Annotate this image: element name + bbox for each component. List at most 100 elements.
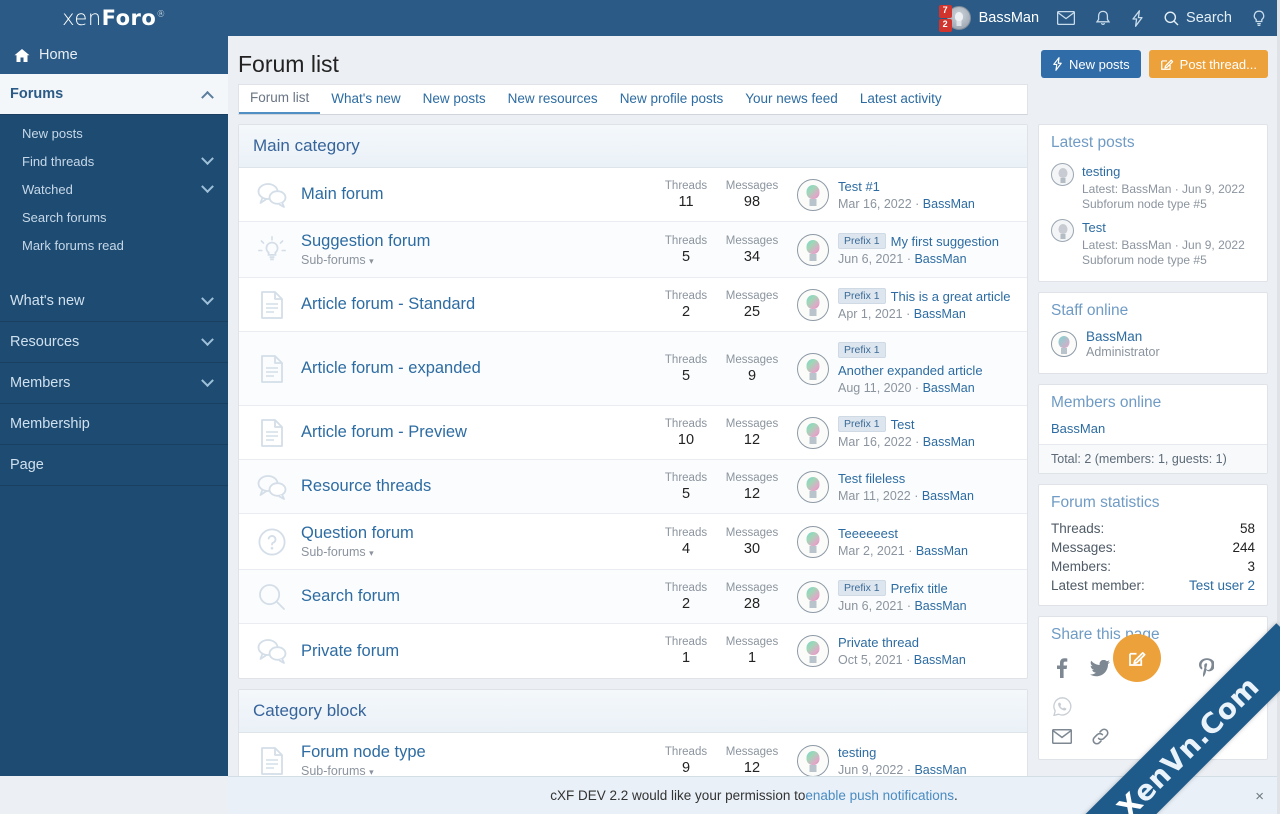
sidebar-item-mark-forums-read[interactable]: Mark forums read [0, 231, 228, 259]
enable-push-notifications-link[interactable]: enable push notifications [805, 788, 954, 803]
statistic-value[interactable]: Test user 2 [1189, 578, 1255, 593]
sidebar-item-find-threads[interactable]: Find threads [0, 147, 228, 175]
tab-latest-activity[interactable]: Latest activity [849, 84, 953, 114]
sidebar-section-forums[interactable]: Forums [0, 74, 228, 115]
last-post-link[interactable]: Private thread [838, 635, 919, 650]
staff-name[interactable]: BassMan [1086, 329, 1160, 344]
sidebar-item-search-forums[interactable]: Search forums [0, 203, 228, 231]
avatar[interactable] [797, 288, 829, 321]
forum-row[interactable]: Forum node type Sub-forums ▾ Threads 9 Messa… [239, 733, 1027, 776]
link-icon[interactable] [1089, 725, 1111, 747]
lightbulb-icon[interactable] [1252, 10, 1266, 27]
forum-link[interactable]: Article forum - Preview [301, 423, 467, 441]
forum-row[interactable]: Article forum - expanded Threads 5 Messages… [239, 332, 1027, 406]
last-post-link[interactable]: Teeeeeest [838, 526, 898, 541]
last-post-link[interactable]: Test #1 [838, 179, 880, 194]
user-menu[interactable]: 7 2 BassMan [938, 5, 1039, 32]
email-icon[interactable] [1051, 725, 1073, 747]
pinterest-icon[interactable] [1195, 657, 1217, 679]
sub-forums-toggle[interactable]: Sub-forums ▾ [301, 764, 653, 776]
tab-new-profile-posts[interactable]: New profile posts [609, 84, 735, 114]
twitter-icon[interactable] [1089, 657, 1111, 679]
list-item[interactable]: testing Latest: BassMan · Jun 9, 2022 Subf… [1051, 159, 1255, 215]
sidebar-item-home[interactable]: Home [0, 36, 228, 74]
forum-row[interactable]: Article forum - Preview Threads 10 Messages… [239, 406, 1027, 460]
forum-row[interactable]: Resource threads Threads 5 Messages 12 Test f… [239, 460, 1027, 514]
last-post-author[interactable]: BassMan [923, 381, 975, 395]
bolt-icon[interactable] [1131, 9, 1144, 27]
forum-link[interactable]: Main forum [301, 185, 384, 203]
search-button[interactable]: Search [1164, 10, 1232, 26]
forum-link[interactable]: Search forum [301, 587, 400, 605]
forum-row[interactable]: Search forum Threads 2 Messages 28 Prefix 1 Pr… [239, 570, 1027, 624]
tab-whats-new[interactable]: What's new [320, 84, 411, 114]
forum-link[interactable]: Forum node type [301, 743, 426, 761]
last-post-link[interactable]: Another expanded article [838, 363, 983, 378]
forum-link[interactable]: Private forum [301, 642, 399, 660]
close-icon[interactable]: × [1255, 788, 1264, 805]
forum-row[interactable]: Question forum Sub-forums ▾ Threads 4 Messag… [239, 514, 1027, 570]
avatar[interactable] [797, 470, 829, 503]
last-post-link[interactable]: Test fileless [838, 471, 905, 486]
sidebar-item-watched[interactable]: Watched [0, 175, 228, 203]
facebook-icon[interactable] [1051, 657, 1073, 679]
floating-post-thread-button[interactable] [1113, 634, 1161, 682]
forum-row[interactable]: Main forum Threads 11 Messages 98 Test #1 Mar … [239, 168, 1027, 222]
forum-link[interactable]: Question forum [301, 524, 414, 542]
chevron-down-icon[interactable] [201, 291, 214, 305]
last-post-link[interactable]: This is a great article [891, 289, 1011, 304]
sub-forums-toggle[interactable]: Sub-forums ▾ [301, 253, 653, 267]
avatar[interactable] [797, 580, 829, 613]
tab-forum-list[interactable]: Forum list [239, 84, 321, 114]
last-post-link[interactable]: Test [891, 417, 915, 432]
avatar[interactable] [797, 352, 829, 385]
avatar[interactable] [797, 525, 829, 558]
sidebar-section-resources[interactable]: Resources [0, 322, 228, 363]
latest-post-link[interactable]: Test [1082, 220, 1106, 235]
thread-prefix-badge[interactable]: Prefix 1 [838, 233, 886, 249]
last-post-author[interactable]: BassMan [914, 763, 966, 777]
forum-link[interactable]: Article forum - expanded [301, 359, 481, 377]
last-post-author[interactable]: BassMan [922, 489, 974, 503]
sidebar-section-members[interactable]: Members [0, 363, 228, 404]
new-posts-button[interactable]: New posts [1040, 50, 1141, 78]
last-post-link[interactable]: My first suggestion [891, 234, 999, 249]
avatar[interactable] [797, 744, 829, 776]
last-post-author[interactable]: BassMan [914, 599, 966, 613]
member-name[interactable]: BassMan [1051, 419, 1255, 444]
sidebar-section-page[interactable]: Page [0, 445, 228, 486]
thread-prefix-badge[interactable]: Prefix 1 [838, 580, 886, 596]
last-post-author[interactable]: BassMan [923, 197, 975, 211]
forum-row[interactable]: Article forum - Standard Threads 2 Messages… [239, 278, 1027, 332]
forum-link[interactable]: Suggestion forum [301, 232, 430, 250]
sidebar-section-whats-new[interactable]: What's new [0, 281, 228, 322]
post-thread-button[interactable]: Post thread... [1148, 50, 1268, 78]
forum-row[interactable]: Private forum Threads 1 Messages 1 Private th… [239, 624, 1027, 678]
avatar[interactable] [797, 178, 829, 211]
chevron-up-icon[interactable] [201, 90, 214, 104]
sidebar-section-membership[interactable]: Membership [0, 404, 228, 445]
thread-prefix-badge[interactable]: Prefix 1 [838, 416, 886, 432]
chevron-down-icon[interactable] [201, 373, 214, 387]
sub-forums-toggle[interactable]: Sub-forums ▾ [301, 545, 653, 559]
chevron-down-icon[interactable] [201, 151, 214, 165]
list-item[interactable]: Test Latest: BassMan · Jun 9, 2022 Subforu… [1051, 215, 1255, 271]
chevron-down-icon[interactable] [201, 179, 214, 193]
envelope-icon[interactable] [1057, 11, 1076, 25]
bell-icon[interactable] [1095, 10, 1111, 27]
thread-prefix-badge[interactable]: Prefix 1 [838, 342, 886, 358]
chevron-down-icon[interactable] [201, 332, 214, 346]
tab-new-resources[interactable]: New resources [497, 84, 609, 114]
site-logo[interactable]: xenForo® [0, 0, 228, 36]
last-post-author[interactable]: BassMan [914, 653, 966, 667]
last-post-link[interactable]: testing [838, 745, 876, 760]
last-post-author[interactable]: BassMan [914, 307, 966, 321]
list-item[interactable]: BassMan Administrator [1051, 327, 1255, 363]
thread-prefix-badge[interactable]: Prefix 1 [838, 288, 886, 304]
latest-post-link[interactable]: testing [1082, 164, 1120, 179]
last-post-author[interactable]: BassMan [923, 435, 975, 449]
forum-row[interactable]: Suggestion forum Sub-forums ▾ Threads 5 Mess… [239, 222, 1027, 278]
tab-new-posts[interactable]: New posts [412, 84, 497, 114]
forum-link[interactable]: Resource threads [301, 477, 431, 495]
last-post-link[interactable]: Prefix title [891, 581, 948, 596]
